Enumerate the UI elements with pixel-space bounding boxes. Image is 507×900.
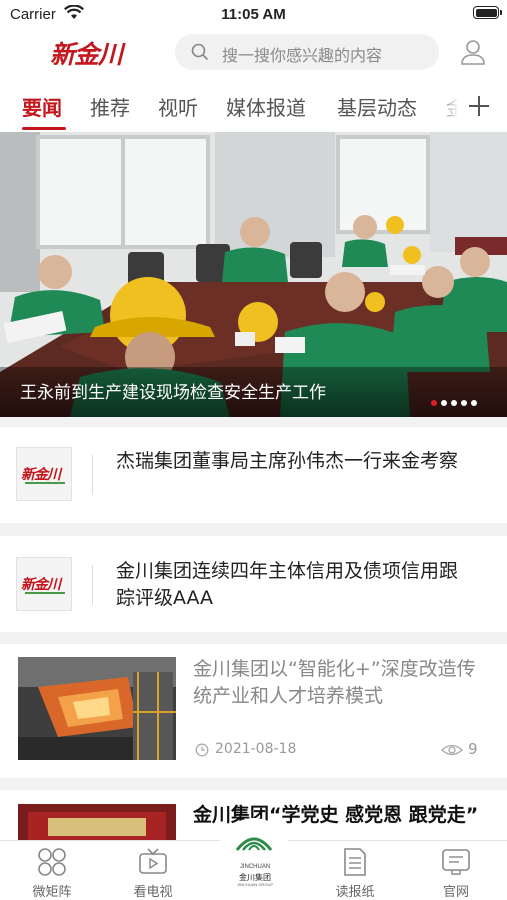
thumbnail-logo-text: 新金川 [21, 577, 61, 593]
news-title: 金川集团连续四年主体信用及债项信用跟踪评级AAA [116, 560, 459, 609]
nav-label: 微矩阵 [32, 885, 72, 900]
tab-recommended[interactable]: 推荐 [90, 92, 130, 121]
app-header: 新金川 搜一搜你感兴趣的内容 [0, 30, 507, 76]
nav-micro-matrix[interactable]: 微矩阵 [2, 841, 102, 900]
jinchuan-logo-icon [235, 837, 273, 851]
eye-icon [441, 744, 463, 756]
search-placeholder: 搜一搜你感兴趣的内容 [222, 46, 383, 65]
status-bar: Carrier 11:05 AM [0, 0, 507, 30]
news-item[interactable]: 新金川 金川集团连续四年主体信用及债项信用跟踪评级AAA [0, 536, 507, 632]
carousel-indicator [427, 391, 477, 406]
news-item[interactable]: 新金川 杰瑞集团董事局主席孙伟杰一行来金考察 [0, 427, 507, 523]
category-tabs: 要闻 推荐 视听 媒体报道 基层动态 金 [0, 76, 507, 132]
news-thumbnail-photo [18, 804, 176, 840]
grid-icon [38, 848, 66, 876]
carousel-dot [431, 400, 437, 406]
news-thumbnail-photo [18, 657, 176, 760]
clock: 11:05 AM [221, 6, 286, 23]
search-input[interactable]: 搜一搜你感兴趣的内容 [175, 34, 439, 70]
tab-media-reports[interactable]: 媒体报道 [226, 92, 306, 121]
news-thumbnail-logo: 新金川 [16, 557, 72, 611]
add-channel-icon[interactable] [458, 76, 507, 132]
user-icon[interactable] [460, 38, 486, 66]
nav-official-site[interactable]: 官网 [406, 841, 506, 900]
carousel-dot [461, 400, 467, 406]
carousel-dot [471, 400, 477, 406]
news-item[interactable]: 金川集团以“智能化+”深度改造传统产业和人才培养模式 2021-08-18 9 [0, 644, 507, 778]
website-icon [442, 849, 470, 875]
clock-icon [195, 743, 209, 757]
search-icon [191, 43, 209, 61]
active-tab-indicator [22, 127, 66, 130]
banner-carousel[interactable]: 王永前到生产建设现场检查安全生产工作 [0, 132, 507, 417]
news-views: 9 [468, 740, 478, 758]
carousel-dot [441, 400, 447, 406]
tab-av[interactable]: 视听 [158, 92, 198, 121]
carousel-dot [451, 400, 457, 406]
battery-icon [473, 6, 502, 19]
news-thumbnail-logo: 新金川 [16, 447, 72, 501]
nav-watch-tv[interactable]: 看电视 [103, 841, 203, 900]
news-title: 杰瑞集团董事局主席孙伟杰一行来金考察 [116, 450, 459, 472]
app-logo: 新金川 [50, 40, 123, 69]
brand-en-label: JINCHUAN [239, 864, 271, 870]
news-date: 2021-08-18 [215, 741, 297, 757]
brand-sub-label: JINCHUAN GROUP [236, 882, 273, 887]
nav-label: 读报纸 [335, 885, 375, 900]
tab-grassroots-news[interactable]: 基层动态 [337, 92, 417, 121]
tab-headlines[interactable]: 要闻 [22, 92, 62, 121]
nav-read-newspaper[interactable]: 读报纸 [305, 841, 405, 900]
thumbnail-logo-text: 新金川 [21, 467, 61, 483]
tv-icon [139, 848, 167, 874]
news-title: 金川集团以“智能化+”深度改造传统产业和人才培养模式 [193, 658, 476, 707]
nav-label: 官网 [442, 885, 469, 900]
nav-label: 看电视 [133, 885, 173, 900]
newspaper-icon [344, 848, 366, 876]
banner-caption: 王永前到生产建设现场检查安全生产工作 [20, 383, 326, 403]
